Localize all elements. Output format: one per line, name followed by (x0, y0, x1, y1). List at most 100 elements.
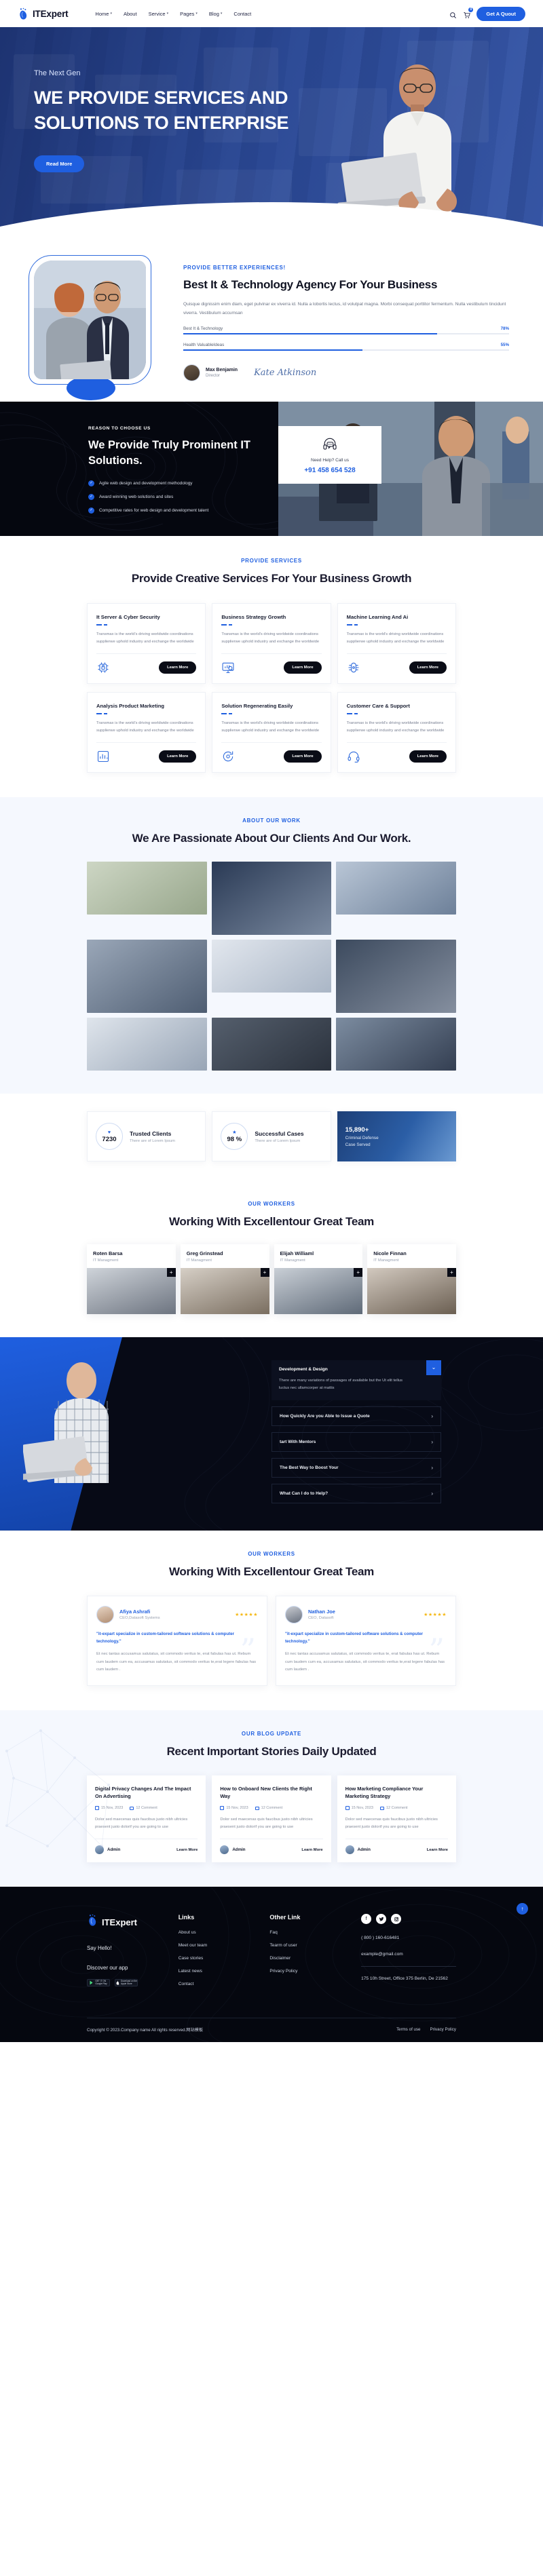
testimonial-role: CEO,Datasoft Systems (119, 1616, 160, 1621)
blog-learn-more-link[interactable]: Learn More (301, 1848, 322, 1852)
avatar (285, 1605, 303, 1623)
footer-link-meet-our-team[interactable]: Meet our team (179, 1943, 261, 1948)
footer-contact-column: f ( 800 ) 160-616481 example@gmail.com 1… (361, 1914, 456, 1995)
blog-post-title: How Marketing Compliance Your Marketing … (345, 1785, 424, 1799)
footer-email[interactable]: example@gmail.com (361, 1952, 456, 1957)
reason-section: REASON TO CHOOSE US We Provide Truly Pro… (0, 401, 543, 536)
plus-icon[interactable]: + (447, 1267, 456, 1277)
team-card[interactable]: Nicole Finnan IT Managment + (367, 1244, 456, 1314)
reason-left: REASON TO CHOOSE US We Provide Truly Pro… (0, 401, 278, 536)
nav-item-blog[interactable]: Blog ▾ (209, 11, 223, 17)
blog-learn-more-link[interactable]: Learn More (427, 1848, 448, 1852)
check-item: ✓ Award winning web solutions and sites (88, 493, 278, 500)
faq-title: The Best Way to Boost Your (280, 1465, 339, 1470)
learn-more-button[interactable]: Learn More (409, 750, 447, 763)
plus-icon[interactable]: + (260, 1267, 269, 1277)
faq-person-photo (19, 1358, 138, 1483)
service-card[interactable]: Customer Care & Support Transmax is the … (337, 692, 456, 773)
blog-learn-more-link[interactable]: Learn More (176, 1848, 198, 1852)
facebook-icon[interactable]: f (361, 1914, 372, 1925)
services-grid-row-1: It Server & Cyber Security Transmax is t… (0, 603, 543, 685)
app-store-badges: GET IT ON Google Play Download on the Ap… (87, 1979, 169, 1987)
footer-link-contact[interactable]: Contact (179, 1982, 261, 1986)
nav-label: Contact (233, 10, 252, 17)
footer-link-disclaimer[interactable]: Disclaimer (269, 1956, 352, 1961)
learn-more-button[interactable]: Learn More (159, 661, 197, 674)
get-a-quote-button[interactable]: Get A Quout (476, 6, 525, 21)
team-member-name: Roten Barsa (93, 1250, 123, 1256)
faq-item[interactable]: The Best Way to Boost Your › (272, 1457, 441, 1478)
learn-more-button[interactable]: Learn More (284, 661, 322, 674)
nav-item-service[interactable]: Service ▾ (149, 11, 169, 17)
about-eyebrow: PROVIDE BETTER EXPERIENCES! (183, 265, 286, 271)
plus-icon[interactable]: + (354, 1267, 363, 1277)
chevron-down-icon[interactable]: ⌄ (426, 1360, 441, 1375)
faq-item[interactable]: tart With Mentors › (272, 1431, 441, 1452)
instagram-icon[interactable] (391, 1914, 402, 1925)
check-icon: ✓ (88, 480, 94, 486)
footer-address: 175 10h Street, Office 375 Berlin, De 21… (361, 1976, 448, 1982)
footer-link-privacy-policy[interactable]: Privacy Policy (269, 1969, 352, 1974)
heart-icon: ♥ (107, 1130, 111, 1135)
learn-more-button[interactable]: Learn More (159, 750, 197, 763)
footer-bottom-bar: Copyright © 2023.Company name All rights… (87, 2018, 456, 2042)
footer-terms-of-use-link[interactable]: Terms of use (396, 2027, 420, 2032)
team-card[interactable]: Elijah Williaml IT Managment + (274, 1244, 363, 1314)
footer-brand-name: ITExpert (102, 1917, 138, 1927)
service-card[interactable]: Solution Regenerating Easily Transmax is… (212, 692, 331, 773)
faq-item[interactable]: How Quickly Are you Able to Issue a Quot… (272, 1406, 441, 1426)
chevron-right-icon: › (431, 1412, 433, 1419)
service-card[interactable]: Analysis Product Marketing Transmax is t… (87, 692, 206, 773)
service-title: Solution Regenerating Easily (221, 703, 293, 710)
blog-card[interactable]: How to Onboard New Clients the Right Way… (212, 1775, 331, 1863)
work-title: We Are Passionate About Our Clients And … (132, 831, 411, 845)
footer-link-about-us[interactable]: About us (179, 1930, 261, 1935)
nav-item-contact[interactable]: Contact (233, 11, 251, 17)
team-card[interactable]: Greg Grinstead IT Managment + (180, 1244, 269, 1314)
faq-accordion: Development & Design There are many vari… (272, 1360, 441, 1503)
search-icon[interactable] (449, 10, 457, 18)
nav-item-home[interactable]: Home ▾ (95, 11, 112, 17)
faq-item[interactable]: What Can I do to Help? › (272, 1483, 441, 1503)
blog-date-label: 15 Nov, 2023 (351, 1806, 373, 1811)
cart-count-badge: 0 (468, 7, 474, 12)
brand-logo[interactable]: ITExpert (18, 7, 69, 20)
learn-more-button[interactable]: Learn More (409, 661, 447, 674)
footer-link-terms-of-user[interactable]: Tearm of user (269, 1943, 352, 1948)
cart-icon[interactable]: 0 (463, 7, 474, 18)
nav-item-pages[interactable]: Pages ▾ (180, 11, 198, 17)
avatar (183, 364, 200, 381)
footer-phone[interactable]: ( 800 ) 160-616481 (361, 1936, 456, 1940)
plus-icon[interactable]: + (166, 1267, 176, 1277)
footer-link-latest-news[interactable]: Latest news (179, 1969, 261, 1974)
about-title: Best It & Technology Agency For Your Bus… (183, 278, 438, 291)
brain-circuit-icon (347, 661, 360, 674)
footer-logo[interactable]: ITExpert (87, 1914, 169, 1930)
refresh-gear-icon (221, 750, 235, 763)
footer-link-case-stories[interactable]: Case stories (179, 1956, 261, 1961)
hero-read-more-button[interactable]: Read More (34, 155, 85, 172)
footer-privacy-policy-link[interactable]: Privacy Policy (430, 2027, 456, 2032)
faq-item-open[interactable]: Development & Design There are many vari… (272, 1360, 441, 1400)
stat-card-successful-cases: ★ 98 % Successful Cases There are of Lor… (212, 1111, 331, 1162)
testimonial-role: CEO, Datasoft (308, 1616, 334, 1621)
chevron-down-icon: ▾ (110, 12, 112, 16)
service-card[interactable]: Machine Learning And Ai Transmax is the … (337, 603, 456, 685)
google-play-badge[interactable]: GET IT ON Google Play (87, 1979, 110, 1987)
twitter-icon[interactable] (376, 1914, 387, 1925)
skill-percent: 55% (500, 342, 509, 347)
nav-item-about[interactable]: About (124, 11, 137, 17)
service-card[interactable]: Business Strategy Growth Transmax is the… (212, 603, 331, 685)
blog-comments: 12 Comment (130, 1806, 157, 1810)
footer-brand-column: ITExpert Say Hello! Discover our app GET… (87, 1914, 169, 1995)
learn-more-button[interactable]: Learn More (284, 750, 322, 763)
service-card[interactable]: It Server & Cyber Security Transmax is t… (87, 603, 206, 685)
blog-date-label: 15 Nov, 2023 (226, 1806, 248, 1811)
call-phone-number[interactable]: +91 458 654 528 (285, 467, 375, 474)
apple-store-badge[interactable]: Download on the Apple Store (115, 1979, 138, 1987)
team-card[interactable]: Roten Barsa IT Managment + (87, 1244, 176, 1314)
footer-link-faq[interactable]: Faq (269, 1930, 352, 1935)
blog-card[interactable]: How Marketing Compliance Your Marketing … (337, 1775, 456, 1863)
skill-label: Best It & Technology (183, 326, 223, 331)
apple-icon (116, 1980, 119, 1986)
